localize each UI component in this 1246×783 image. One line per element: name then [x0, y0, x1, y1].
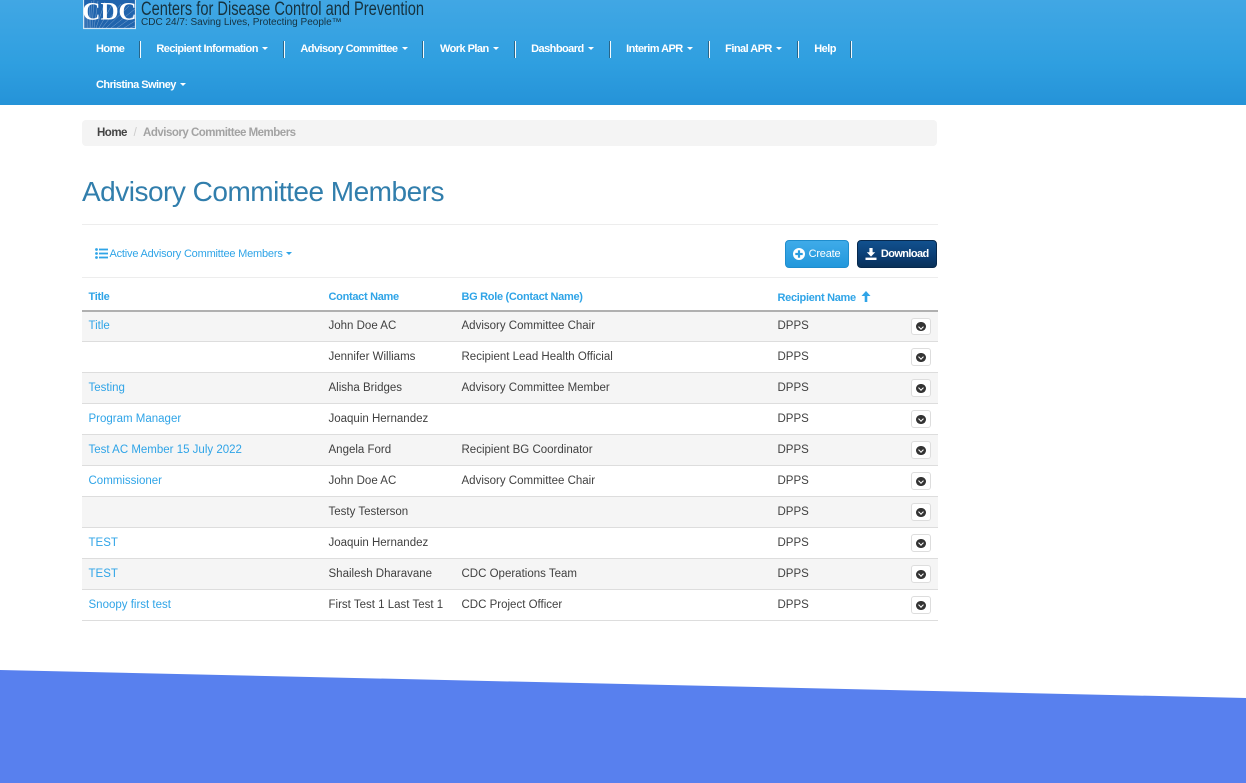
svg-text:CDC: CDC [83, 0, 136, 26]
